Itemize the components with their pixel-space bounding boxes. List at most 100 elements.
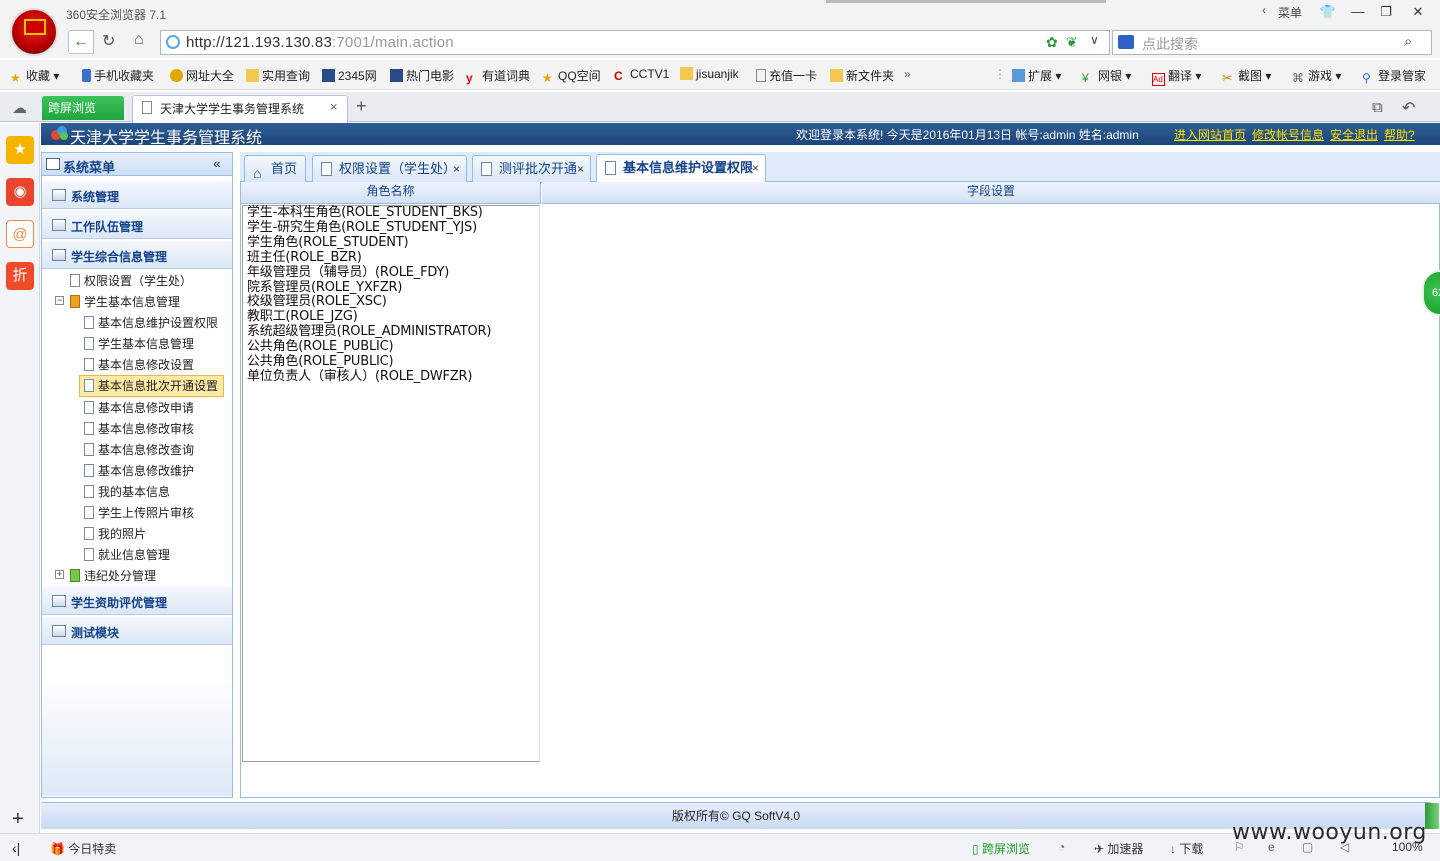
role-option[interactable]: 学生-研究生角色(ROLE_STUDENT_YJS) — [247, 220, 539, 236]
menu-section-staff[interactable]: 工作队伍管理 — [42, 211, 232, 239]
page-icon — [481, 162, 492, 176]
bookmark-item[interactable]: C CCTV1 — [614, 67, 669, 83]
close-window-button[interactable]: ✕ — [1404, 2, 1432, 22]
site-home-link[interactable]: 进入网站首页 — [1174, 126, 1246, 143]
menu-section-system[interactable]: 系统管理 — [42, 181, 232, 209]
home-button[interactable]: ⌂ — [134, 31, 144, 49]
bookmark-item[interactable]: 2345网 — [322, 67, 377, 84]
speed-dial-icon[interactable]: ◔ — [1058, 840, 1065, 854]
extensions-button[interactable]: 扩展 ▾ — [1012, 67, 1061, 84]
role-option[interactable]: 班主任(ROLE_BZR) — [247, 250, 539, 266]
url-dropdown-icon[interactable]: ∨ — [1090, 33, 1099, 47]
screenshot-button[interactable]: ✂ 截图 ▾ — [1222, 67, 1271, 85]
role-option[interactable]: 系统超级管理员(ROLE_ADMINISTRATOR) — [247, 324, 539, 340]
discount-icon[interactable]: 折 — [6, 262, 34, 290]
maximize-button[interactable]: ❐ — [1372, 2, 1400, 22]
tree-item[interactable]: 学生上传照片审核 — [84, 503, 194, 523]
cloud-icon[interactable]: ☁ — [12, 99, 27, 117]
collapse-menu-icon[interactable]: « — [213, 155, 221, 171]
collapse-toggle-icon[interactable]: − — [55, 296, 64, 305]
bookmark-favorites[interactable]: ★ 收藏 ▾ — [10, 67, 59, 85]
favorites-star-icon[interactable]: ★ — [6, 136, 34, 164]
weibo-icon[interactable]: ◉ — [6, 178, 34, 206]
site-info-icon[interactable] — [166, 35, 180, 49]
tree-item[interactable]: 基本信息维护设置权限 — [84, 313, 218, 333]
tab-basic-info-permission[interactable]: 基本信息维护设置权限 × — [596, 154, 766, 183]
menu-chevron-icon[interactable]: ‹ — [1262, 3, 1266, 17]
bookmark-item[interactable]: ★ QQ空间 — [542, 67, 601, 85]
new-tab-button[interactable]: + — [356, 96, 367, 117]
role-option[interactable]: 年级管理员（辅导员）(ROLE_FDY) — [247, 265, 539, 281]
tree-item[interactable]: 基本信息修改查询 — [84, 440, 194, 460]
close-tab-icon[interactable]: × — [752, 155, 759, 181]
role-option[interactable]: 学生-本科生角色(ROLE_STUDENT_BKS) — [247, 205, 539, 221]
tree-item[interactable]: 学生基本信息管理 — [84, 334, 194, 354]
tree-item[interactable]: 我的基本信息 — [84, 482, 170, 502]
bookmark-item[interactable]: jisuanjik — [680, 67, 739, 81]
role-option[interactable]: 公共角色(ROLE_PUBLIC) — [247, 339, 539, 355]
menu-section-test[interactable]: 测试模块 — [42, 617, 232, 645]
browser-menu-button[interactable]: 菜单 — [1278, 4, 1302, 21]
role-option[interactable]: 公共角色(ROLE_PUBLIC) — [247, 354, 539, 370]
bookmark-item[interactable]: 充值一卡 — [756, 67, 817, 84]
tree-item[interactable]: 就业信息管理 — [84, 545, 170, 565]
tab-batch-open[interactable]: 测评批次开通 × — [472, 155, 591, 182]
games-button[interactable]: ⌘ 游戏 ▾ — [1292, 67, 1341, 85]
browser-logo[interactable] — [10, 8, 58, 56]
cross-screen-tab[interactable]: 跨屏浏览 — [42, 96, 124, 120]
cross-screen-button[interactable]: ▯ 跨屏浏览 — [972, 840, 1030, 857]
tree-item[interactable]: 基本信息修改维护 — [84, 461, 194, 481]
tree-item[interactable]: 基本信息修改审核 — [84, 419, 194, 439]
close-tab-icon[interactable]: × — [577, 156, 584, 182]
restore-tabs-icon[interactable]: ⧉ — [1372, 99, 1383, 116]
downloads-button[interactable]: ↓ 下载 — [1170, 840, 1203, 857]
login-manager-button[interactable]: ⚲ 登录管家 — [1362, 67, 1426, 85]
add-sidebar-icon[interactable]: + — [12, 808, 24, 831]
bookmark-item[interactable]: 网址大全 — [170, 67, 234, 84]
back-button[interactable]: ← — [68, 30, 94, 54]
tree-item[interactable]: 基本信息修改设置 — [84, 355, 194, 375]
role-option[interactable]: 单位负责人（审核人）(ROLE_DWFZR) — [247, 369, 539, 385]
logout-link[interactable]: 安全退出 — [1330, 126, 1378, 143]
search-engine-icon[interactable] — [1118, 35, 1134, 49]
undo-close-icon[interactable]: ↶ — [1402, 98, 1415, 118]
tree-item[interactable]: 基本信息修改申请 — [84, 398, 194, 418]
search-icon[interactable]: ⌕ — [1404, 33, 1412, 50]
menu-section-aid[interactable]: 学生资助评优管理 — [42, 587, 232, 615]
bookmark-item[interactable]: 新文件夹 — [830, 67, 894, 84]
tree-group-discipline[interactable]: 违纪处分管理 — [70, 566, 156, 586]
role-option[interactable]: 教职工(ROLE_JZG) — [247, 309, 539, 325]
bookmark-item[interactable]: 手机收藏夹 — [82, 67, 154, 84]
leaf-icon[interactable]: ❦ — [1066, 34, 1078, 51]
help-link[interactable]: 帮助? — [1384, 126, 1415, 143]
tree-item-permission[interactable]: 权限设置（学生处） — [70, 271, 192, 291]
tab-permission[interactable]: 权限设置（学生处） × — [312, 155, 467, 182]
phone-icon — [82, 69, 91, 82]
url-text[interactable]: http://121.193.130.83:7001/main.action — [186, 34, 454, 51]
close-tab-icon[interactable]: × — [330, 99, 338, 114]
bookmark-item[interactable]: y 有道词典 — [466, 67, 530, 85]
more-bookmarks-icon[interactable]: » — [904, 67, 911, 81]
minimize-button[interactable]: — — [1344, 2, 1372, 22]
tree-item-selected[interactable]: 基本信息批次开通设置 — [84, 376, 218, 396]
tree-item[interactable]: 我的照片 — [84, 524, 146, 544]
daily-deals-button[interactable]: 🎁 今日特卖 — [50, 840, 116, 857]
refresh-button[interactable]: ↻ — [102, 31, 115, 51]
expand-toggle-icon[interactable]: + — [55, 570, 64, 579]
ebank-button[interactable]: ¥ 网银 ▾ — [1082, 67, 1131, 85]
translate-button[interactable]: Ad 翻译 ▾ — [1152, 67, 1201, 86]
close-tab-icon[interactable]: × — [453, 156, 460, 182]
role-listbox[interactable]: 学生-本科生角色(ROLE_STUDENT_BKS) 学生-研究生角色(ROLE… — [242, 205, 540, 762]
skin-icon[interactable]: 👕 — [1314, 2, 1342, 22]
bookmark-item[interactable]: 热门电影 — [390, 67, 454, 84]
security-icon[interactable]: ✿ — [1046, 34, 1058, 51]
email-icon[interactable]: @ — [6, 220, 34, 248]
accelerator-button[interactable]: ✈ 加速器 — [1094, 840, 1143, 857]
role-option[interactable]: 学生角色(ROLE_STUDENT) — [247, 235, 539, 251]
tree-group-basic-info[interactable]: 学生基本信息管理 — [70, 292, 180, 312]
menu-section-student-info[interactable]: 学生综合信息管理 — [42, 241, 232, 269]
bookmark-item[interactable]: 实用查询 — [246, 67, 310, 84]
toggle-sidebar-icon[interactable]: ‹| — [12, 840, 20, 856]
edit-account-link[interactable]: 修改帐号信息 — [1252, 126, 1324, 143]
tab-home[interactable]: ⌂ 首页 — [244, 155, 306, 182]
